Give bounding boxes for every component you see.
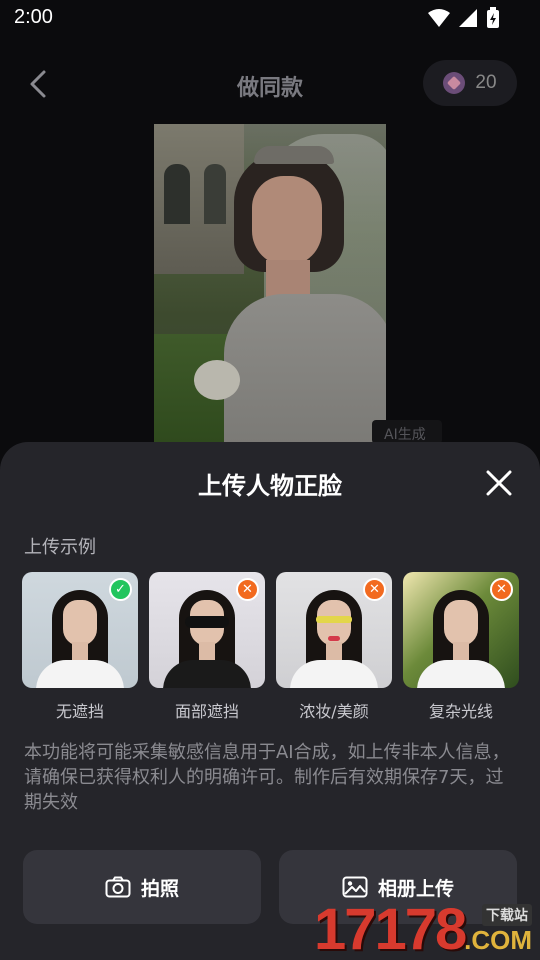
coin-icon [443,72,466,94]
upload-face-sheet: 上传人物正脸 上传示例 ✓ 无遮挡 ✕ 面部遮挡 ✕ 浓妆/美颜 ✕ 复杂光线 … [0,442,540,960]
site-watermark-logo: 17178 下载站 .COM [314,896,538,960]
example-label: 复杂光线 [428,702,493,721]
battery-icon [487,7,499,28]
privacy-notice: 本功能将可能采集敏感信息用于AI合成，如上传非本人信息，请确保已获得权利人的明确… [24,742,510,813]
watermark-tag: 下载站 [482,904,532,926]
cross-icon: ✕ [236,578,259,601]
preview-face [252,176,322,266]
signal-icon [459,9,477,27]
ai-generated-tag: AI生成 [372,420,442,444]
sheet-title: 上传人物正脸 [198,472,342,500]
thumb-body [36,660,124,688]
sunglasses-icon [185,616,229,628]
credits-badge[interactable]: 20 [423,60,517,106]
image-icon [342,876,368,898]
example-item: ✕ 浓妆/美颜 [276,572,392,722]
example-label: 浓妆/美颜 [299,702,369,721]
example-label: 面部遮挡 [174,702,239,721]
template-preview-image [154,124,386,442]
example-thumbnail: ✕ [276,572,392,688]
example-thumbnail: ✓ [22,572,138,688]
cross-icon: ✕ [490,578,513,601]
cross-icon: ✕ [363,578,386,601]
preview-window [204,164,226,224]
example-list: ✓ 无遮挡 ✕ 面部遮挡 ✕ 浓妆/美颜 ✕ 复杂光线 [22,572,522,722]
thumb-face [444,600,478,646]
status-time: 2:00 [14,6,53,28]
eye-makeup [316,616,352,623]
example-item: ✕ 复杂光线 [403,572,519,722]
camera-icon [105,876,131,898]
check-icon: ✓ [109,578,132,601]
credits-count: 20 [475,72,497,93]
example-item: ✓ 无遮挡 [22,572,138,722]
take-photo-label: 拍照 [140,877,179,900]
wifi-icon [428,9,450,27]
example-item: ✕ 面部遮挡 [149,572,265,722]
lips [328,636,340,641]
preview-dress [224,294,386,442]
watermark-number: 17178 [314,897,467,960]
take-photo-button[interactable]: 拍照 [23,850,261,924]
status-bar: 2:00 [0,0,540,36]
watermark-domain: .COM [464,925,532,955]
close-icon[interactable] [484,468,514,498]
status-icons [428,7,500,29]
thumb-face [63,600,97,646]
thumb-body [417,660,505,688]
top-bar: 做同款 20 [0,56,540,112]
example-thumbnail: ✕ [403,572,519,688]
examples-label: 上传示例 [24,537,96,558]
preview-rose [194,360,240,400]
thumb-body [163,660,251,688]
thumb-body [290,660,378,688]
example-thumbnail: ✕ [149,572,265,688]
preview-tiara [254,146,334,164]
example-label: 无遮挡 [55,702,104,721]
preview-window [164,164,190,224]
